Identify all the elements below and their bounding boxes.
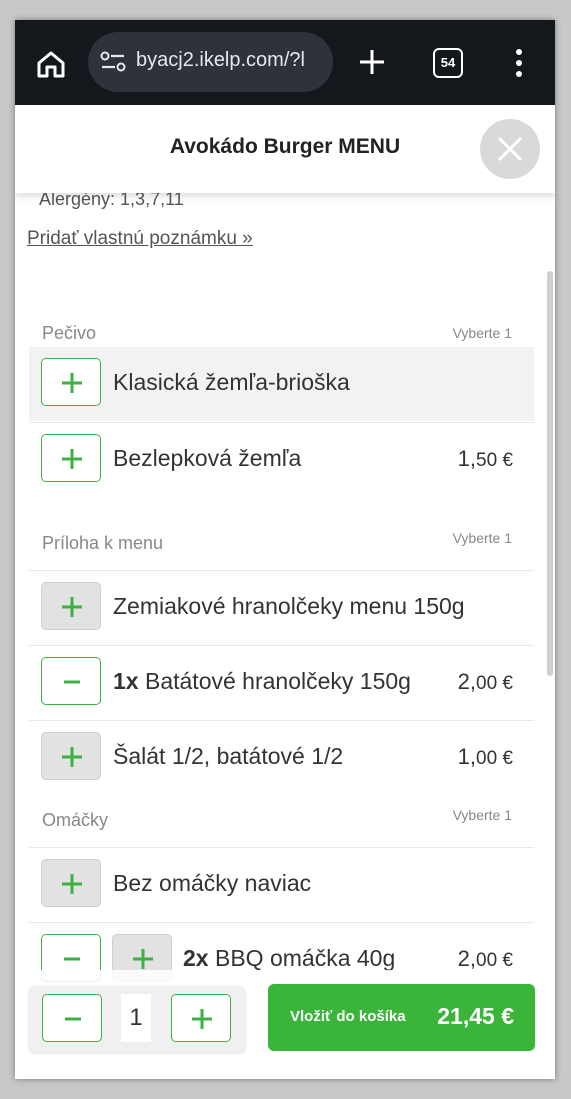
- plus-icon: [62, 373, 82, 393]
- add-to-cart-label: Vložiť do košíka: [290, 1008, 406, 1025]
- home-icon[interactable]: [35, 48, 67, 80]
- plus-icon: [62, 874, 82, 894]
- option-row[interactable]: Klasická žemľa-brioška: [29, 347, 534, 421]
- close-button[interactable]: [480, 119, 540, 179]
- plus-icon: [62, 597, 82, 617]
- option-price: 2,00 €: [457, 669, 513, 694]
- option-row[interactable]: Šalát 1/2, batátové 1/2 1,00 €: [29, 720, 534, 795]
- increase-quantity-button[interactable]: [171, 994, 231, 1042]
- option-price: 1,50 €: [457, 446, 513, 471]
- option-label: Zemiakové hranolčeky menu 150g: [113, 593, 465, 619]
- add-to-cart-button[interactable]: Vložiť do košíka 21,45 €: [268, 984, 535, 1051]
- add-button[interactable]: [41, 358, 101, 406]
- add-button[interactable]: [41, 732, 101, 780]
- add-button[interactable]: [41, 582, 101, 630]
- quantity-value[interactable]: 1: [121, 994, 151, 1042]
- plus-icon: [192, 1009, 212, 1029]
- plus-icon: [62, 449, 82, 469]
- option-price: 1,00 €: [457, 744, 513, 769]
- option-label: 1x Batátové hranolčeky 150g: [113, 668, 411, 694]
- decrease-quantity-button[interactable]: [42, 994, 102, 1042]
- option-row[interactable]: 1x Batátové hranolčeky 150g 2,00 €: [29, 645, 534, 720]
- cart-footer: 1 Vložiť do košíka 21,45 €: [15, 970, 555, 1079]
- option-price: 2,00 €: [457, 946, 513, 971]
- option-label: Bezlepková žemľa: [113, 445, 302, 471]
- section-hint: Vyberte 1: [452, 530, 512, 546]
- section-hint: Vyberte 1: [452, 325, 512, 341]
- option-quantity: 1x: [113, 668, 139, 694]
- tab-switcher-icon[interactable]: 54: [433, 48, 463, 78]
- minus-icon: [65, 1017, 81, 1021]
- option-row[interactable]: Zemiakové hranolčeky menu 150g: [29, 570, 534, 645]
- scrollbar[interactable]: [547, 271, 553, 676]
- add-button[interactable]: [41, 859, 101, 907]
- add-note-link[interactable]: Pridať vlastnú poznámku »: [27, 228, 253, 250]
- option-label: Klasická žemľa-brioška: [113, 369, 350, 395]
- close-icon: [497, 136, 523, 162]
- remove-button[interactable]: [41, 657, 101, 705]
- site-settings-icon[interactable]: [100, 50, 126, 74]
- option-quantity: 2x: [183, 945, 209, 971]
- more-menu-icon[interactable]: [515, 48, 523, 78]
- cart-total: 21,45 €: [437, 1003, 514, 1029]
- minus-icon: [64, 957, 80, 961]
- phone-screen: byacj2.ikelp.com/?l 54 Avokádo Burger ME…: [15, 20, 555, 1079]
- url-text: byacj2.ikelp.com/?l: [136, 49, 305, 71]
- address-bar[interactable]: byacj2.ikelp.com/?l: [88, 32, 333, 92]
- option-label: Bez omáčky naviac: [113, 870, 312, 896]
- plus-icon: [62, 747, 82, 767]
- section-hint: Vyberte 1: [452, 807, 512, 823]
- modal-title: Avokádo Burger MENU: [169, 135, 401, 158]
- section-title: Príloha k menu: [42, 533, 164, 553]
- option-row[interactable]: Bezlepková žemľa 1,50 €: [29, 422, 534, 497]
- section-title: Omáčky: [42, 810, 109, 830]
- section-title: Pečivo: [42, 323, 97, 343]
- option-label: 2x BBQ omáčka 40g: [183, 945, 396, 971]
- quantity-stepper: 1: [29, 986, 245, 1052]
- new-tab-icon[interactable]: [358, 48, 386, 76]
- add-button[interactable]: [41, 434, 101, 482]
- modal-content: Alergény: 1,3,7,11 Pridať vlastnú poznám…: [15, 189, 555, 1079]
- option-label: Šalát 1/2, batátové 1/2: [113, 743, 344, 769]
- modal-header: Avokádo Burger MENU: [15, 105, 555, 193]
- minus-icon: [64, 680, 80, 684]
- plus-icon: [133, 949, 153, 969]
- browser-toolbar: byacj2.ikelp.com/?l 54: [15, 20, 555, 105]
- option-row[interactable]: Bez omáčky naviac: [29, 847, 534, 922]
